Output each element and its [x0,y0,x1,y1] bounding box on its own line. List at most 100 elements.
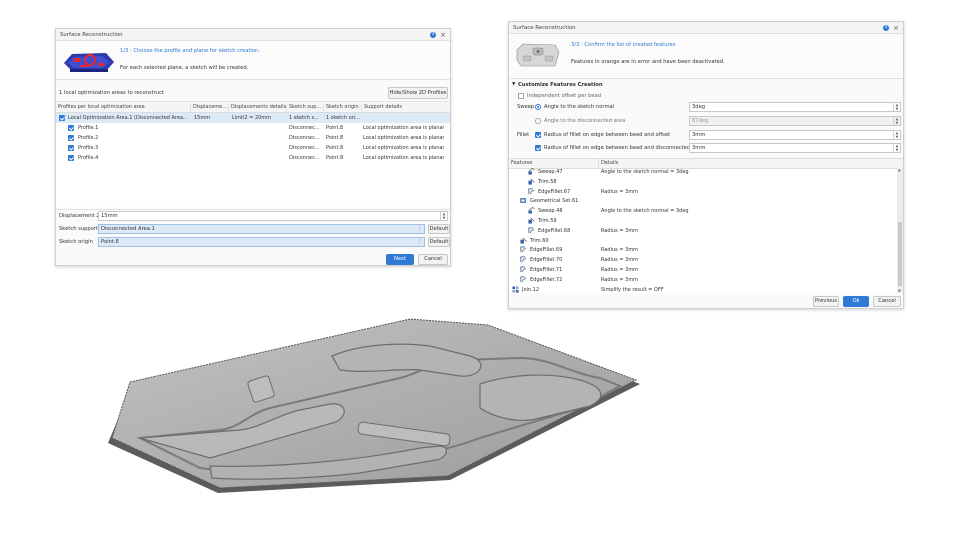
row-support-details: Local optimization area is planar [363,135,445,141]
fillet-offset-field[interactable]: 3mm ▲ ▼ [689,130,901,140]
independent-offset-label: Independent offset per bead [527,93,602,99]
right-reconstruction-dialog: Surface Reconstruction i × 3/3 : Confirm… [508,21,904,309]
profile-checkbox[interactable] [68,124,74,131]
col-support-details[interactable]: Support details [362,103,450,112]
feature-name: Sweep.47 [538,169,563,175]
fillet-offset-spinner[interactable]: ▲ ▼ [893,131,900,139]
row-name: Profile.1 [78,125,99,131]
sweep-opt2-label: Angle to the disconnected area [544,118,626,124]
fillet-disconnected-spinner[interactable]: ▲ ▼ [893,144,900,152]
edge-fillet-icon [528,227,538,234]
col-displacement[interactable]: Displaceme... [191,103,229,112]
edge-fillet-icon [520,256,530,263]
profile-checkbox[interactable] [68,154,74,161]
row-support: Disconnec... [289,125,320,131]
feature-row[interactable]: EdgeFillet.69 Radius = 3mm [509,246,895,256]
displacement-label: Displacement 2 [59,213,100,219]
sketch-support-default-button[interactable]: Default [428,224,450,234]
step-description: Features in orange are in error and have… [571,59,725,65]
close-icon[interactable]: × [893,24,899,31]
row-name: Profile.3 [78,145,99,151]
ok-button[interactable]: Ok [843,296,869,307]
feature-row[interactable]: Sweep.47 Angle to the sketch normal = 3de… [509,168,895,178]
col-displacement-details[interactable]: Displacements details [229,103,287,112]
cancel-button[interactable]: Cancel [418,254,448,265]
row-support: Disconnec... [289,145,320,151]
independent-offset-checkbox[interactable] [518,93,524,99]
feature-name: EdgeFillet.67 [538,188,571,195]
feature-row[interactable]: Trim.60 [509,237,895,247]
area-checkbox[interactable] [59,114,65,121]
sketch-support-field[interactable]: Disconnected Area.1 ⋮ [98,224,425,234]
fillet-disconnected-field[interactable]: 3mm ▲ ▼ [689,143,901,153]
close-icon[interactable]: × [440,31,446,38]
displacement-field[interactable]: 15mm ▲ ▼ [98,211,448,221]
info-icon[interactable]: i [430,31,437,38]
table-row[interactable]: Profile.2 Disconnec... Point.8 Local opt… [56,133,450,143]
col-sketch-support[interactable]: Sketch sup... [287,103,324,112]
feature-row[interactable]: Sweep.48 Angle to the sketch normal = 3de… [509,207,895,217]
sweep-disconnected-radio[interactable] [535,118,541,124]
feature-name: Sweep.48 [538,208,563,215]
feature-row[interactable]: Trim.58 [509,178,895,188]
chevron-down-icon[interactable]: ▼ [512,82,515,87]
feature-row[interactable]: Geometrical Set.61 [509,197,895,207]
sketch-origin-default-button[interactable]: Default [428,237,450,247]
table-row[interactable]: Profile.4 Disconnec... Point.8 Local opt… [56,153,450,163]
feature-row[interactable]: EdgeFillet.68 Radius = 3mm [509,227,895,237]
row-name: Local Optimization Area.1 (Disconnected … [68,115,188,121]
feature-name: Trim.58 [538,178,557,185]
sketch-origin-field[interactable]: Point.8 ⋮ [98,237,425,247]
col-features[interactable]: Features [509,159,599,168]
row-name: Profile.4 [78,155,99,161]
section-title: Customize Features Creation [518,82,603,88]
col-profiles[interactable]: Profiles per local optimization area [56,103,191,112]
next-button[interactable]: Next [386,254,414,265]
scroll-down-icon[interactable]: ▼ [898,289,901,293]
feature-row[interactable]: EdgeFillet.72 Radius = 3mm [509,276,895,286]
feature-row[interactable]: Trim.59 [509,217,895,227]
cancel-button[interactable]: Cancel [873,296,901,307]
feature-name: EdgeFillet.69 [530,247,563,254]
feature-row[interactable]: Join.12 Simplify the result = OFF [509,286,895,296]
previous-button[interactable]: Previous [813,296,839,307]
fillet-offset-checkbox[interactable] [535,132,541,138]
feature-row[interactable]: EdgeFillet.70 Radius = 3mm [509,256,895,266]
fillet-opt1-label: Radius of fillet on edge between bead an… [544,132,671,138]
sweep-angle-field[interactable]: 3deg ▲ ▼ [689,102,901,112]
fillet-disconnected-checkbox[interactable] [535,145,541,151]
tree-scrollbar[interactable]: ▲ ▼ [897,168,903,293]
feature-details: Radius = 3mm [601,188,639,195]
sweep-angle-spinner[interactable]: ▲ ▼ [893,103,900,111]
info-icon[interactable]: i [883,24,890,31]
displacement-spinner[interactable]: ▲ ▼ [440,212,447,220]
row-support: 1 sketch s... [289,115,320,121]
feature-row[interactable]: EdgeFillet.67 Radius = 3mm [509,188,895,198]
feature-row[interactable]: EdgeFillet.71 Radius = 3mm [509,266,895,276]
edge-fillet-icon [520,276,530,283]
feature-name: Trim.59 [538,218,557,224]
profile-checkbox[interactable] [68,144,74,151]
feature-details: Radius = 3mm [601,276,639,283]
row-support: Disconnec... [289,155,320,161]
scroll-up-icon[interactable]: ▲ [898,168,901,172]
col-details[interactable]: Details [599,159,899,168]
hide-show-profiles-button[interactable]: Hide/Show 2D Profiles [388,87,448,99]
sweep-normal-radio[interactable] [535,104,541,110]
table-row[interactable]: Profile.1 Disconnec... Point.8 Local opt… [56,123,450,133]
more-icon[interactable]: ⋮ [417,238,422,247]
edge-fillet-icon [520,246,530,253]
sketch-origin-label: Sketch origin [59,239,93,245]
scrollbar-thumb[interactable] [898,222,902,286]
profiles-table: Profiles per local optimization area Dis… [56,103,450,207]
feature-details: Radius = 3mm [601,257,639,264]
sweep-opt1-label: Angle to the sketch normal [544,104,615,110]
table-row[interactable]: Local Optimization Area.1 (Disconnected … [56,113,450,123]
feature-name: Geometrical Set.61 [530,198,579,205]
col-sketch-origin[interactable]: Sketch origin [324,103,362,112]
more-icon[interactable]: ⋮ [417,225,422,234]
feature-name: Trim.60 [530,237,549,244]
profile-checkbox[interactable] [68,134,74,141]
table-row[interactable]: Profile.3 Disconnec... Point.8 Local opt… [56,143,450,153]
edge-fillet-icon [520,266,530,273]
